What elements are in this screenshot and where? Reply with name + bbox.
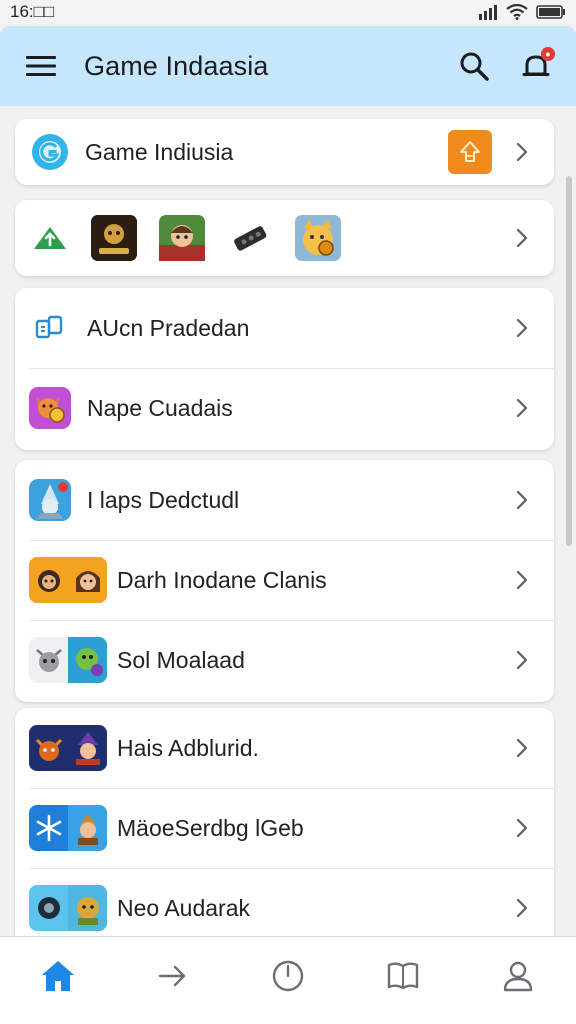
nav-profile-button[interactable]: [488, 946, 548, 1006]
chevron-right-icon: [512, 490, 532, 510]
chevron-right-icon: [512, 738, 532, 758]
list-item-label: Nape Cuadais: [87, 394, 233, 421]
list-group-1: AUcn Pradedan Nape Cuadais: [15, 288, 554, 450]
list-item[interactable]: Hais Adblurid.: [15, 708, 554, 788]
nav-home-button[interactable]: [28, 946, 88, 1006]
chevron-right-icon: [512, 142, 532, 162]
list-item-label: AUcn Pradedan: [87, 314, 250, 341]
trending-up-icon[interactable]: [31, 215, 69, 261]
list-group-2: I laps Dedctudl Darh Inodane Clanis Sol …: [15, 460, 554, 702]
notifications-button[interactable]: ●: [514, 44, 558, 88]
content-list: Game Indiusia AUcn Pradedan Nape Cuadais…: [0, 106, 576, 936]
home-icon: [41, 960, 74, 991]
fox-coin-icon: [29, 387, 71, 429]
list-item-label: MäoeSerdbg lGeb: [117, 814, 304, 841]
list-item[interactable]: Nape Cuadais: [15, 368, 554, 448]
heroes-icon: [29, 725, 107, 771]
app-bar: Game Indaasia ●: [0, 26, 576, 106]
frost-icon: [29, 805, 107, 851]
hamburger-icon: [26, 56, 56, 76]
search-icon: [460, 52, 489, 81]
wizard-icon: [29, 479, 71, 521]
gamepad-icon[interactable]: [227, 215, 273, 261]
wifi-icon: [506, 4, 528, 20]
list-item[interactable]: AUcn Pradedan: [15, 288, 554, 368]
status-bar: 16:□□: [0, 0, 576, 24]
list-item[interactable]: Sol Moalaad: [15, 620, 554, 700]
list-item[interactable]: I laps Dedctudl: [15, 460, 554, 540]
chevron-right-icon: [512, 228, 532, 248]
featured-row[interactable]: Game Indiusia: [15, 119, 554, 185]
power-icon: [272, 960, 304, 991]
cards-icon: [29, 307, 71, 349]
chevron-right-icon: [512, 818, 532, 838]
chevron-right-icon: [512, 570, 532, 590]
status-time: 16:□□: [10, 2, 55, 21]
list-item[interactable]: Neo Audarak: [15, 868, 554, 936]
featured-card[interactable]: Game Indiusia: [15, 119, 554, 185]
nav-power-button[interactable]: [258, 946, 318, 1006]
creatures-icon: [29, 637, 107, 683]
list-item-label: Sol Moalaad: [117, 646, 245, 673]
nav-forward-button[interactable]: [143, 946, 203, 1006]
chevron-right-icon: [512, 398, 532, 418]
chevron-right-icon: [512, 650, 532, 670]
chevron-right-icon: [512, 318, 532, 338]
arrow-right-icon: [158, 965, 185, 986]
game-thumbnails-card[interactable]: [15, 200, 554, 276]
signal-icon: [479, 5, 497, 20]
page-title: Game Indaasia: [84, 50, 269, 81]
list-group-3: Hais Adblurid. MäoeSerdbg lGeb Neo Audar…: [15, 708, 554, 936]
user-icon: [504, 961, 533, 991]
list-item[interactable]: Darh Inodane Clanis: [15, 540, 554, 620]
book-icon: [387, 962, 419, 989]
menu-button[interactable]: [24, 49, 58, 83]
list-item-label: Neo Audarak: [117, 894, 250, 921]
nav-library-button[interactable]: [373, 946, 433, 1006]
status-icons: [478, 4, 566, 20]
adventure-icon: [29, 885, 107, 931]
chevron-right-icon: [512, 898, 532, 918]
bottom-navigation: [0, 936, 576, 1024]
thumbnails-row[interactable]: [15, 200, 554, 276]
search-button[interactable]: [452, 44, 496, 88]
rank-badge-icon[interactable]: [448, 130, 492, 174]
list-item[interactable]: MäoeSerdbg lGeb: [15, 788, 554, 868]
game-thumb-gold-warrior-icon[interactable]: [91, 215, 137, 261]
scrollbar[interactable]: [566, 176, 572, 546]
thumbnail-strip: [31, 215, 512, 261]
notification-badge: ●: [541, 47, 555, 61]
warriors-icon: [29, 557, 107, 603]
list-item-label: I laps Dedctudl: [87, 486, 240, 513]
game-thumb-boy-icon[interactable]: [159, 215, 205, 261]
battery-icon: [536, 5, 565, 19]
game-thumb-cat-icon[interactable]: [295, 215, 341, 261]
list-item-label: Darh Inodane Clanis: [117, 566, 327, 593]
featured-label: Game Indiusia: [85, 138, 234, 165]
list-item-label: Hais Adblurid.: [117, 734, 259, 761]
game-logo-icon: [31, 133, 69, 171]
